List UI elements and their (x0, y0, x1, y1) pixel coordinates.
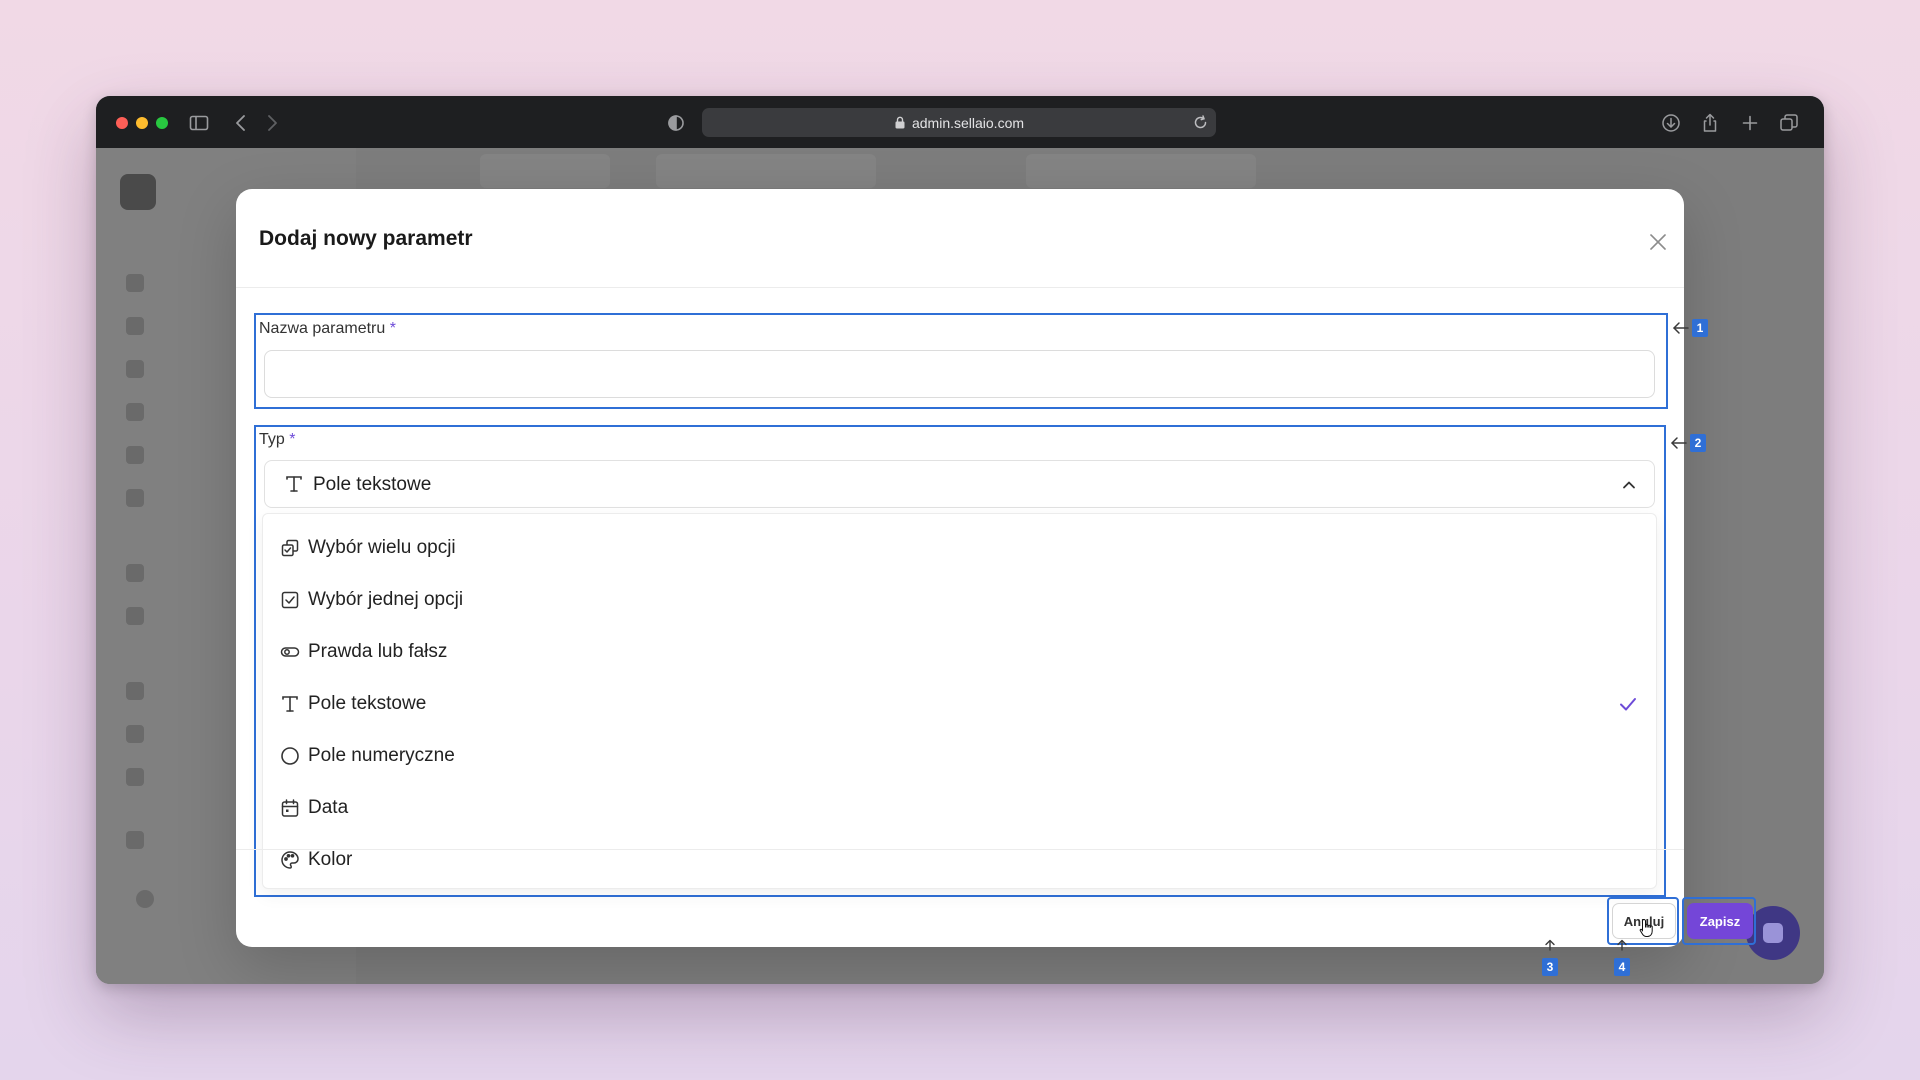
reload-icon[interactable] (1193, 115, 1208, 130)
bg-nav-icon (126, 489, 144, 507)
bg-nav-icon (126, 317, 144, 335)
option-single-select[interactable]: Wybór jednej opcji (263, 574, 1656, 626)
option-date[interactable]: Data (263, 782, 1656, 834)
bg-nav-icon (126, 274, 144, 292)
checkbox-icon (279, 589, 301, 611)
bg-nav-icon (126, 682, 144, 700)
download-icon[interactable] (1660, 112, 1682, 134)
callout-badge: 1 (1692, 319, 1708, 337)
close-icon[interactable] (1646, 230, 1670, 254)
maximize-window-button[interactable] (156, 117, 168, 129)
save-button[interactable]: Zapisz (1687, 903, 1753, 939)
bg-field (1026, 154, 1256, 188)
page-content: Dodaj nowy parametr Nazwa parametru * Ty… (96, 148, 1824, 984)
arrow-up-icon (1615, 939, 1629, 951)
option-label: Pole numeryczne (308, 745, 455, 766)
bg-field (656, 154, 876, 188)
add-parameter-modal: Dodaj nowy parametr Nazwa parametru * Ty… (236, 189, 1756, 947)
browser-window: admin.sellaio.com Dodaj nowy parametr Na… (96, 96, 1824, 984)
forward-icon[interactable] (261, 112, 283, 134)
divider (236, 849, 1684, 850)
address-bar[interactable]: admin.sellaio.com (702, 108, 1216, 137)
modal-title: Dodaj nowy parametr (259, 227, 473, 250)
hand-cursor-icon (1639, 918, 1655, 938)
text-type-icon (279, 693, 301, 715)
multi-select-icon (279, 537, 301, 559)
option-text-field[interactable]: Pole tekstowe (263, 678, 1656, 730)
minimize-window-button[interactable] (136, 117, 148, 129)
bg-nav-icon (126, 725, 144, 743)
circle-icon (279, 745, 301, 767)
shield-icon[interactable] (665, 112, 687, 134)
check-icon (1617, 693, 1639, 715)
arrow-left-icon (1670, 436, 1688, 450)
app-logo (120, 174, 156, 210)
bg-nav-icon (126, 607, 144, 625)
option-boolean[interactable]: Prawda lub fałsz (263, 626, 1656, 678)
calendar-icon (279, 797, 301, 819)
bg-avatar (136, 890, 154, 908)
tabs-overview-icon[interactable] (1778, 112, 1800, 134)
share-icon[interactable] (1699, 112, 1721, 134)
option-label: Wybór jednej opcji (308, 589, 464, 610)
bg-nav-icon (126, 564, 144, 582)
option-label: Kolor (308, 849, 353, 870)
bg-nav-icon (126, 831, 144, 849)
option-label: Wybór wielu opcji (308, 537, 456, 558)
type-options-dropdown: Wybór wielu opcji Wybór jednej opcji Pra… (262, 513, 1657, 889)
name-label-text: Nazwa parametru (259, 320, 386, 337)
toggle-icon (279, 641, 301, 663)
option-number-field[interactable]: Pole numeryczne (263, 730, 1656, 782)
new-tab-icon[interactable] (1739, 112, 1761, 134)
type-select[interactable]: Pole tekstowe (264, 460, 1655, 508)
callout-badge: 2 (1690, 434, 1706, 452)
browser-titlebar: admin.sellaio.com (96, 96, 1824, 148)
option-color[interactable]: Kolor (263, 834, 1656, 886)
lock-icon (894, 116, 906, 129)
option-label: Pole tekstowe (308, 693, 427, 714)
bg-nav-icon (126, 360, 144, 378)
required-mark: * (289, 431, 296, 448)
back-icon[interactable] (230, 112, 252, 134)
sidebar-icon[interactable] (188, 112, 210, 134)
chevron-up-icon (1619, 475, 1639, 495)
name-field-label: Nazwa parametru * (259, 320, 396, 338)
arrow-up-icon (1543, 939, 1557, 951)
chat-icon (1763, 923, 1783, 943)
close-window-button[interactable] (116, 117, 128, 129)
callout-3: 3 (1542, 958, 1558, 976)
url-text: admin.sellaio.com (911, 114, 1025, 131)
callout-2: 2 (1670, 434, 1706, 452)
option-label: Prawda lub fałsz (308, 641, 448, 662)
divider (236, 287, 1684, 288)
required-mark: * (389, 320, 396, 337)
type-select-value: Pole tekstowe (313, 474, 432, 495)
palette-icon (279, 849, 301, 871)
bg-nav-icon (126, 403, 144, 421)
bg-nav-icon (126, 768, 144, 786)
type-field-label: Typ * (259, 431, 295, 449)
text-type-icon (283, 473, 305, 495)
option-multi-select[interactable]: Wybór wielu opcji (263, 522, 1656, 574)
callout-1: 1 (1672, 319, 1708, 337)
option-label: Data (308, 797, 349, 818)
type-label-text: Typ (259, 431, 285, 448)
callout-4: 4 (1614, 958, 1630, 976)
parameter-name-input[interactable] (264, 350, 1655, 398)
arrow-left-icon (1672, 321, 1690, 335)
bg-field (480, 154, 610, 188)
bg-nav-icon (126, 446, 144, 464)
